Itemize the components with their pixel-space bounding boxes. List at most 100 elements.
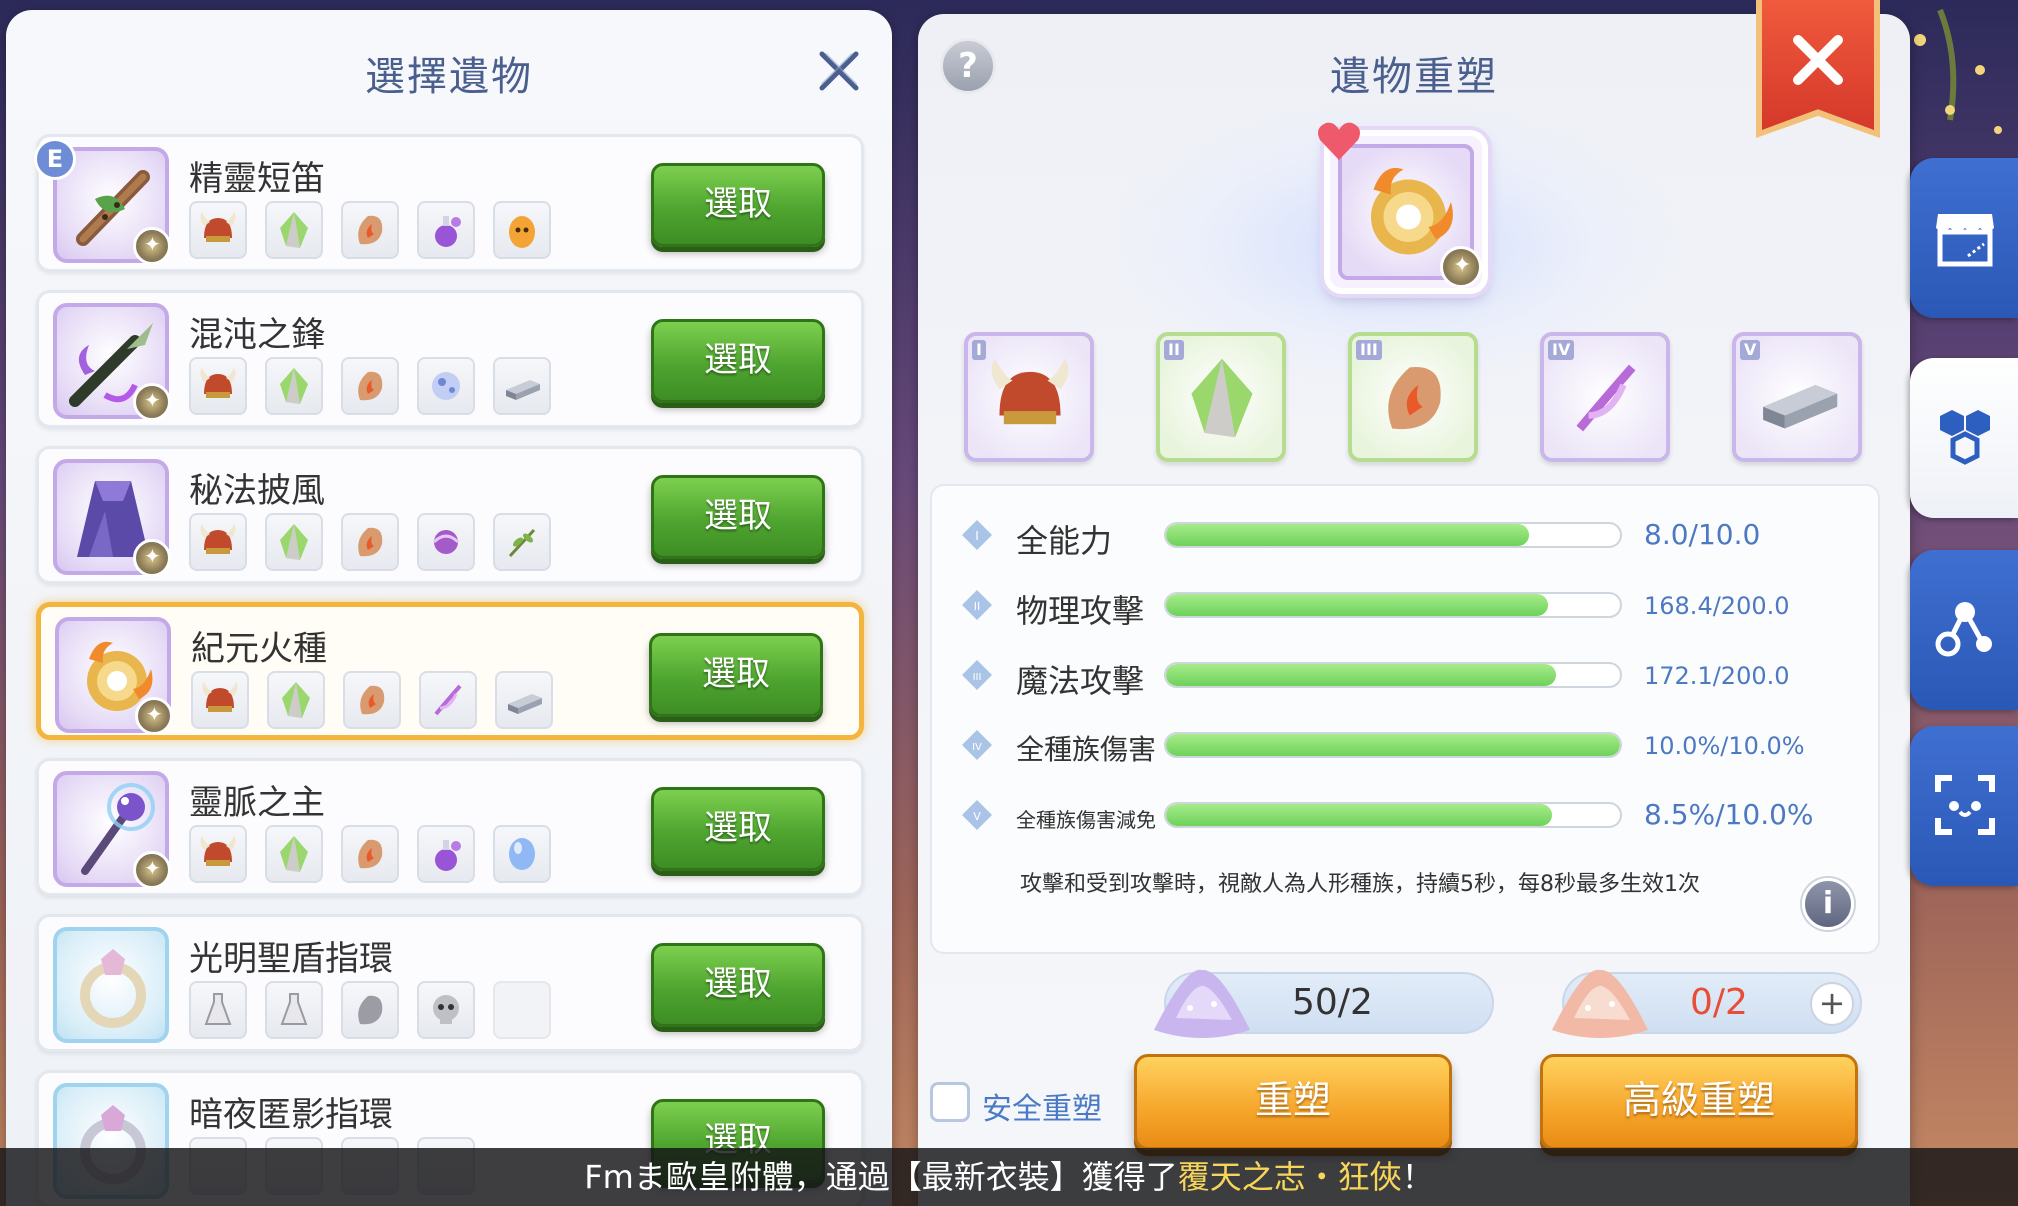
announcement-text: Fmま歐皇附體，通過【最新衣裝】獲得了	[584, 1158, 1178, 1196]
relic-list[interactable]: 精靈短笛 選取 混沌之鋒	[36, 134, 864, 1206]
stat-name: 物理攻擊	[1016, 592, 1145, 630]
select-button[interactable]: 選取	[649, 633, 823, 717]
relic-icon-chaos-edge	[53, 303, 171, 421]
close-icon[interactable]	[816, 48, 862, 94]
green-crystal-icon	[265, 825, 323, 883]
select-button[interactable]: 選取	[651, 787, 825, 871]
network-icon	[1935, 602, 1992, 657]
svg-text:V: V	[973, 810, 981, 823]
stat-value: 8.5%/10.0%	[1644, 798, 1814, 831]
potion-bottle-icon	[265, 981, 323, 1039]
relic-name: 混沌之鋒	[189, 315, 325, 355]
relic-badge-icon	[133, 539, 171, 577]
tab-connections[interactable]	[1910, 550, 2018, 710]
ring-icon	[80, 949, 146, 1028]
relic-row[interactable]: 靈脈之主 選取	[36, 758, 864, 896]
select-button[interactable]: 選取	[651, 163, 825, 247]
relic-row-selected[interactable]: 紀元火種 選取	[36, 602, 864, 740]
purple-orb-icon	[417, 513, 475, 571]
ember-stone-icon	[341, 513, 399, 571]
shop-icon	[1936, 214, 1994, 267]
stat-row: IV 全種族傷害 10.0%/10.0%	[932, 720, 1878, 770]
relic-row[interactable]: 精靈短笛 選取	[36, 134, 864, 272]
select-button[interactable]: 選取	[651, 475, 825, 559]
horned-helmet-icon	[189, 825, 247, 883]
select-button[interactable]: 選取	[651, 319, 825, 403]
material-list	[189, 513, 551, 571]
slot-5[interactable]: V	[1732, 332, 1862, 462]
relic-icon-era-tinder	[55, 617, 173, 735]
material-list	[191, 671, 553, 729]
pink-powder-icon	[1552, 969, 1648, 1038]
relic-name: 靈脈之主	[189, 783, 325, 823]
green-crystal-icon	[265, 357, 323, 415]
scan-icon	[1935, 775, 1995, 835]
stat-value: 10.0%/10.0%	[1644, 732, 1805, 760]
tab-scan[interactable]	[1910, 726, 2018, 886]
relic-badge-icon	[133, 227, 171, 265]
relic-name: 紀元火種	[191, 629, 327, 669]
horned-helmet-icon	[191, 671, 249, 729]
advanced-reshape-button[interactable]: 高級重塑	[1540, 1054, 1858, 1150]
relic-icon-arcane-cloak	[53, 459, 171, 577]
material-list	[189, 825, 551, 883]
slot-4[interactable]: IV	[1540, 332, 1670, 462]
slot-3[interactable]: III	[1348, 332, 1478, 462]
relic-row[interactable]: 光明聖盾指環 選取	[36, 914, 864, 1052]
relic-icon-vein-lord	[53, 771, 171, 889]
safe-reshape-checkbox[interactable]	[930, 1082, 970, 1122]
panel-title: 選擇遺物	[365, 54, 533, 100]
leaf-sprig-icon	[493, 513, 551, 571]
stat-row: I 全能力 8.0/10.0	[932, 510, 1878, 560]
reshape-material-counter: 50/2	[1154, 969, 1494, 1038]
reshape-button[interactable]: 重塑	[1134, 1054, 1452, 1150]
relic-icon-holy-shield-ring	[53, 927, 169, 1043]
safe-reshape-label[interactable]: 安全重塑	[982, 1084, 1102, 1128]
ember-stone-icon	[1388, 367, 1441, 430]
stat-value: 168.4/200.0	[1644, 592, 1790, 620]
green-crystal-icon	[267, 671, 325, 729]
stat-name: 全種族傷害減免	[1016, 808, 1156, 832]
steel-ingot-icon	[1763, 384, 1838, 429]
stat-name: 全種族傷害	[1016, 733, 1157, 766]
relic-row[interactable]: 秘法披風 選取	[36, 446, 864, 584]
purple-potion-icon	[417, 201, 475, 259]
diamond-icon: I	[962, 520, 992, 550]
stat-bar-fill	[1166, 664, 1557, 686]
stat-name: 全能力	[1016, 522, 1113, 560]
slot-2[interactable]: II	[1156, 332, 1286, 462]
stat-bar	[1164, 732, 1622, 758]
stat-bar-fill	[1166, 594, 1549, 616]
purple-powder-icon	[1154, 969, 1250, 1038]
tab-shop[interactable]	[1910, 158, 2018, 318]
relic-badge-icon	[133, 851, 171, 889]
info-button[interactable]: i	[1802, 878, 1854, 930]
relic-name: 秘法披風	[189, 471, 325, 511]
ember-stone-icon	[343, 671, 401, 729]
relic-row[interactable]: 混沌之鋒 選取	[36, 290, 864, 428]
horned-helmet-icon	[189, 357, 247, 415]
stat-bar-fill	[1166, 734, 1620, 756]
material-slots: I II III IV V	[964, 332, 1864, 462]
material-count: 50/2	[1292, 982, 1373, 1023]
horned-helmet-icon	[189, 513, 247, 571]
stats-panel: I 全能力 8.0/10.0 II 物理攻擊 168.4/200.0 III 魔…	[930, 484, 1880, 954]
selected-relic[interactable]	[1318, 122, 1488, 294]
tab-relic[interactable]	[1910, 358, 2018, 518]
svg-text:IV: IV	[972, 742, 982, 753]
stat-bar	[1164, 522, 1622, 548]
stat-row: II 物理攻擊 168.4/200.0	[932, 580, 1878, 630]
green-crystal-icon	[265, 513, 323, 571]
horned-helmet-icon	[991, 358, 1069, 425]
relic-badge-icon	[133, 383, 171, 421]
stat-bar-fill	[1166, 524, 1530, 546]
slot-1[interactable]: I	[964, 332, 1094, 462]
stat-name: 魔法攻擊	[1016, 662, 1145, 700]
green-crystal-icon	[265, 201, 323, 259]
add-material-button[interactable]: +	[1810, 982, 1854, 1026]
steel-ingot-icon	[495, 671, 553, 729]
select-button[interactable]: 選取	[651, 943, 825, 1027]
hexagon-cluster-icon	[1940, 410, 1990, 465]
relic-name: 光明聖盾指環	[189, 939, 393, 979]
stat-value: 172.1/200.0	[1644, 662, 1790, 690]
